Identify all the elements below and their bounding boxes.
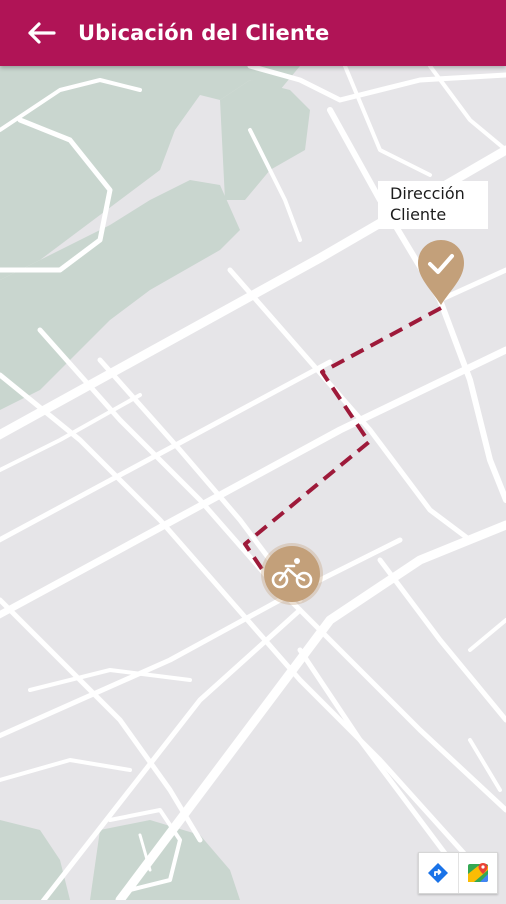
google-maps-icon: [467, 863, 488, 882]
arrow-back-icon: [28, 22, 56, 44]
directions-icon: [428, 863, 449, 883]
open-maps-button[interactable]: [457, 853, 498, 893]
directions-button[interactable]: [419, 853, 458, 893]
page-title: Ubicación del Cliente: [78, 21, 330, 45]
app-bar: Ubicación del Cliente: [0, 0, 506, 66]
destination-label: Dirección Cliente: [378, 181, 488, 229]
map-toolbar: [418, 852, 498, 894]
courier-marker[interactable]: [261, 543, 323, 605]
back-button[interactable]: [0, 0, 56, 66]
map-view[interactable]: Dirección Cliente: [0, 63, 506, 904]
